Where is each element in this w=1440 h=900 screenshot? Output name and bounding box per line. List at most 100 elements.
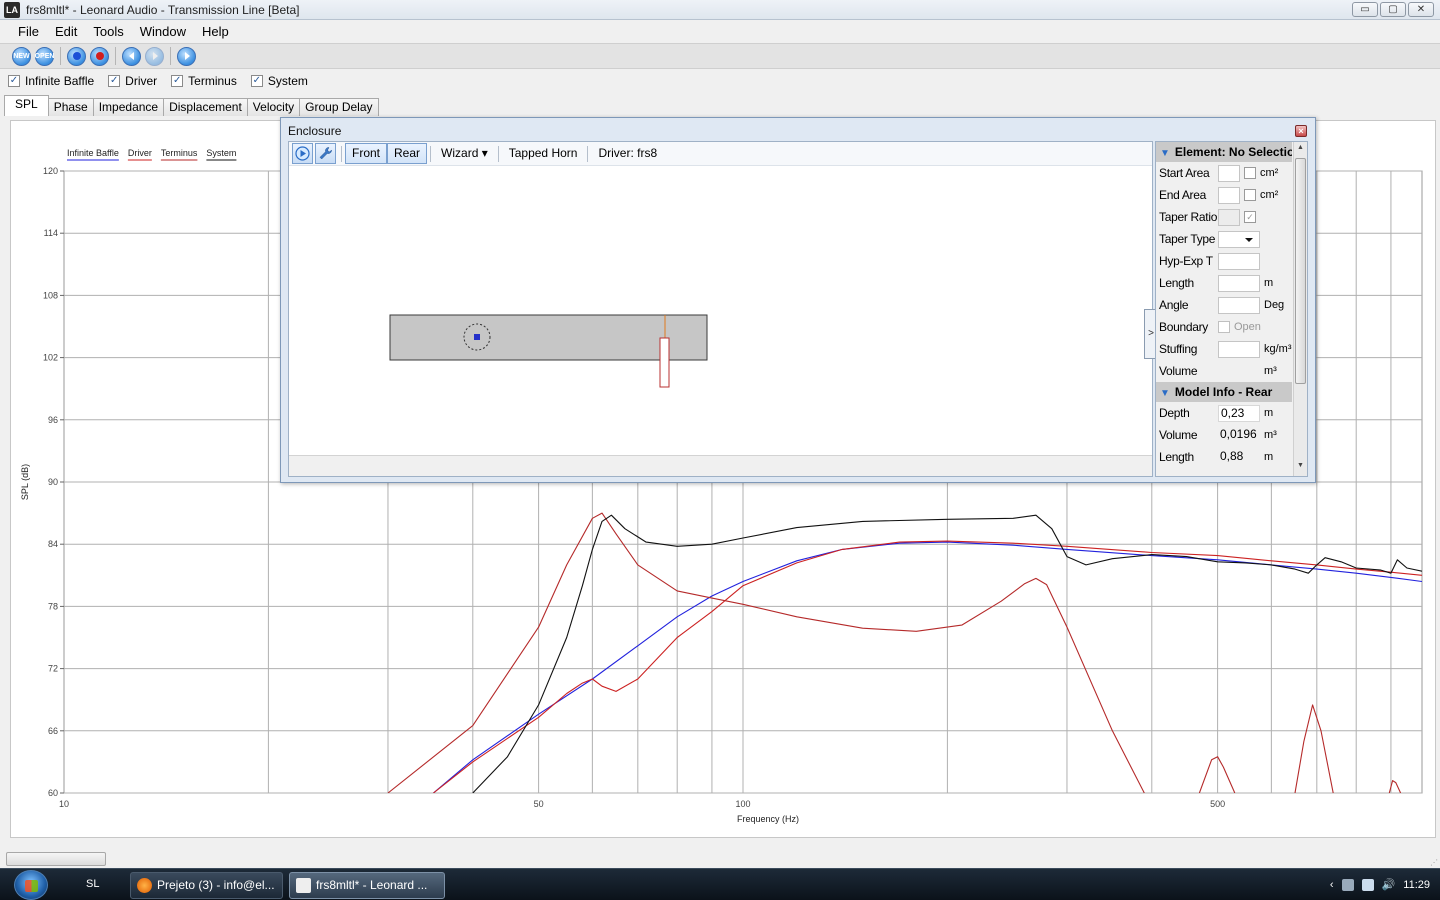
checkbox-terminus[interactable]: ✓ Terminus (171, 74, 237, 88)
angle-input[interactable] (1218, 296, 1260, 314)
language-indicator[interactable]: SL (86, 878, 99, 890)
prop-label: Length (1159, 276, 1194, 290)
model-depth-value: 0,23 (1218, 404, 1260, 422)
tab-phase[interactable]: Phase (47, 98, 94, 116)
step-back-glyph (128, 52, 134, 60)
enclosure-body-shape[interactable] (389, 314, 708, 361)
length-input[interactable] (1218, 274, 1260, 292)
simulate-button[interactable] (292, 143, 313, 164)
y-tick-label: 96 (48, 415, 58, 425)
enclosure-window[interactable]: Enclosure × Front Rear Wizard ▾ Tapped H… (280, 117, 1316, 483)
model-depth: Depth 0,23 m (1156, 402, 1292, 424)
plot-horizontal-scrollbar[interactable] (4, 852, 1436, 866)
hyp-exp-t-input[interactable] (1218, 252, 1260, 270)
tab-impedance[interactable]: Impedance (92, 98, 165, 116)
tab-spl[interactable]: SPL (4, 95, 49, 116)
step-back-icon[interactable] (122, 46, 141, 66)
menu-edit[interactable]: Edit (47, 24, 85, 39)
checkbox-mark[interactable]: ✓ (8, 75, 20, 87)
end-area-lock-checkbox[interactable] (1244, 189, 1256, 201)
legend-entry-label[interactable]: Terminus (161, 148, 198, 158)
start-button[interactable] (14, 870, 48, 900)
prop-length: Length m (1156, 272, 1292, 294)
taper-ratio-input[interactable] (1218, 208, 1240, 226)
legend-entry-label[interactable]: Driver (128, 148, 152, 158)
task-thunderbird[interactable]: Prejeto (3) - info@el... (130, 872, 283, 899)
checkbox-label: Terminus (188, 74, 237, 88)
enclosure-canvas[interactable] (289, 167, 1152, 455)
close-button[interactable]: ✕ (1408, 2, 1434, 17)
menu-help[interactable]: Help (194, 24, 237, 39)
stuffing-input[interactable] (1218, 340, 1260, 358)
display-icon[interactable] (1361, 878, 1374, 891)
front-button[interactable]: Front (345, 143, 388, 164)
tab-displacement[interactable]: Displacement (163, 98, 248, 116)
open-icon[interactable]: OPEN (34, 46, 55, 66)
maximize-button[interactable]: ▢ (1380, 2, 1406, 17)
new-icon[interactable]: NEW (12, 46, 31, 66)
minimize-button[interactable]: ▭ (1352, 2, 1378, 17)
start-area-input[interactable] (1218, 164, 1240, 182)
element-section-header[interactable]: ▼ Element: No Selection (1156, 142, 1292, 162)
enclosure-type-label: Tapped Horn (508, 146, 578, 160)
menu-window[interactable]: Window (132, 24, 194, 39)
taper-ratio-checkbox[interactable]: ✓ (1244, 211, 1256, 223)
task-label: frs8mltl* - Leonard ... (316, 878, 428, 892)
series-line-driver (433, 540, 1422, 793)
resize-grip-icon[interactable]: ⋰ (1430, 858, 1438, 867)
wizard-dropdown[interactable]: Wizard ▾ (434, 143, 495, 164)
checkbox-mark[interactable]: ✓ (171, 75, 184, 87)
record-red-icon[interactable] (90, 46, 109, 66)
tray-expand-icon[interactable]: ‹ (1330, 879, 1334, 891)
rear-button[interactable]: Rear (387, 143, 428, 164)
prop-unit: cm² (1260, 189, 1279, 201)
title-bar: LA frs8mltl* - Leonard Audio - Transmiss… (0, 0, 1440, 20)
boundary-open-checkbox[interactable] (1218, 321, 1230, 333)
tab-group-delay[interactable]: Group Delay (299, 98, 379, 116)
record-blue-dot (72, 52, 81, 60)
record-blue-icon[interactable] (67, 46, 86, 66)
menu-file[interactable]: File (10, 24, 47, 39)
plot-scroll-thumb[interactable] (6, 852, 106, 866)
property-scrollbar[interactable]: ▲ ▼ (1293, 142, 1307, 476)
enclosure-close-button[interactable]: × (1295, 125, 1307, 137)
checkbox-driver[interactable]: ✓ Driver (108, 74, 157, 88)
checkbox-mark[interactable]: ✓ (108, 75, 121, 87)
port-tube-shape[interactable] (659, 337, 670, 388)
mail-app-icon (137, 878, 152, 893)
legend-entry-label[interactable]: Infinite Baffle (67, 148, 119, 158)
clock[interactable]: 11:29 (1403, 879, 1430, 891)
enclosure-toolbar: Front Rear Wizard ▾ Tapped Horn Driver: … (289, 142, 1152, 166)
prop-label: Angle (1159, 298, 1189, 312)
menu-tools[interactable]: Tools (85, 24, 131, 39)
property-scroll-thumb[interactable] (1295, 158, 1306, 384)
y-tick-label: 78 (48, 601, 58, 611)
window-controls: ▭ ▢ ✕ (1352, 2, 1434, 17)
step-forward-icon[interactable] (145, 46, 164, 66)
tab-velocity[interactable]: Velocity (246, 98, 301, 116)
open-label: OPEN (34, 52, 55, 60)
task-leonard-audio[interactable]: frs8mltl* - Leonard ... (289, 872, 445, 899)
legend-entry-label[interactable]: System (206, 148, 236, 158)
checkbox-label: Infinite Baffle (25, 74, 95, 88)
toolbar-separator (60, 47, 61, 65)
checkbox-system[interactable]: ✓ System (250, 74, 308, 88)
model-length: Length 0,88 m (1156, 446, 1292, 468)
volume-icon[interactable]: 🔊 (1382, 878, 1396, 891)
enclosure-drawing (389, 314, 708, 388)
task-label: Prejeto (3) - info@el... (157, 878, 275, 892)
settings-button[interactable] (315, 143, 336, 164)
y-axis-label: SPL (dB) (20, 464, 30, 500)
window-title: frs8mltl* - Leonard Audio - Transmission… (26, 2, 300, 17)
model-section-header[interactable]: ▼ Model Info - Rear (1156, 382, 1292, 402)
start-area-lock-checkbox[interactable] (1244, 167, 1256, 179)
scroll-up-icon[interactable]: ▲ (1297, 144, 1304, 151)
network-icon[interactable] (1341, 878, 1354, 891)
taper-type-dropdown[interactable] (1218, 230, 1260, 248)
prop-stuffing: Stuffing kg/m³ (1156, 338, 1292, 360)
play-icon[interactable] (177, 46, 196, 66)
scroll-down-icon[interactable]: ▼ (1297, 462, 1304, 469)
checkbox-mark[interactable]: ✓ (250, 75, 263, 87)
end-area-input[interactable] (1218, 186, 1240, 204)
checkbox-infinite-baffle[interactable]: ✓ Infinite Baffle (8, 74, 94, 88)
